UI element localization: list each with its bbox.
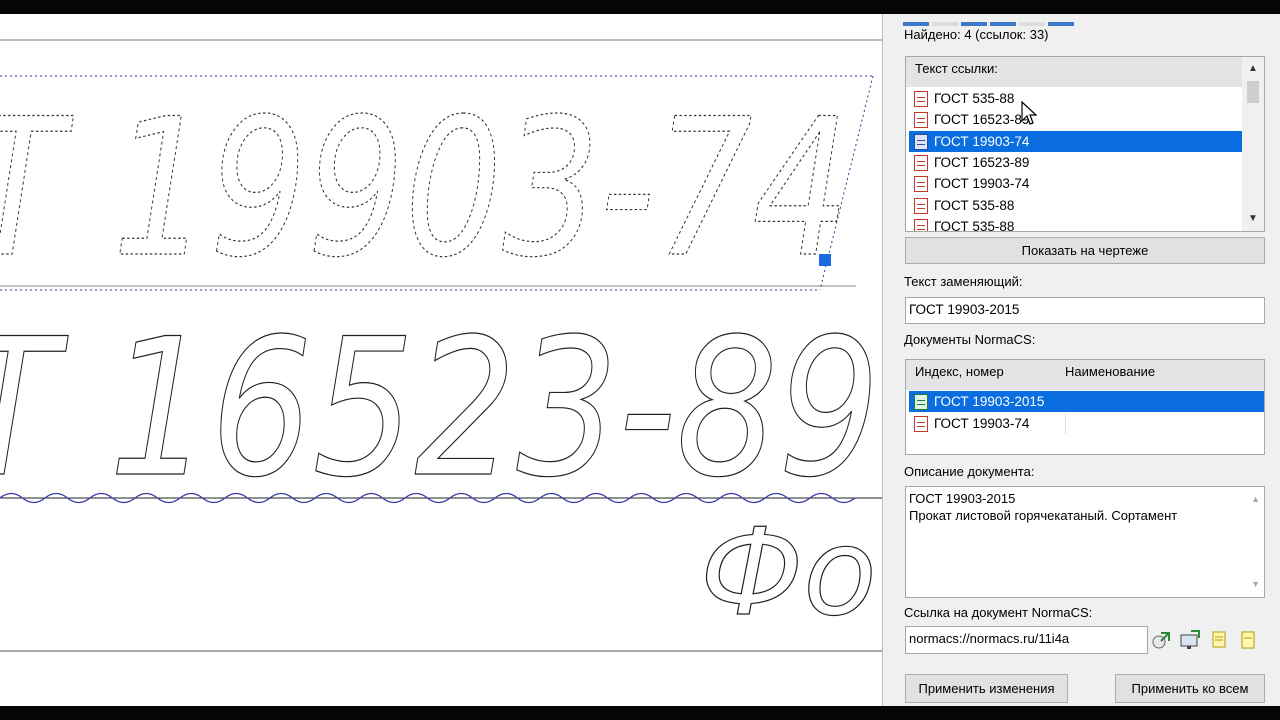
panel-toolbar [903, 14, 1077, 26]
description-label: Описание документа: [904, 464, 1035, 479]
column-name[interactable]: Наименование [1065, 364, 1155, 379]
drawing-svg: Т 19903-74 Т 16523-89 Фо [0, 39, 882, 652]
link-list-item-label: ГОСТ 16523-89 [934, 112, 1030, 128]
documents-table[interactable]: Индекс, номер Наименование ГОСТ 19903-20… [905, 359, 1265, 455]
scroll-down-icon[interactable]: ▼ [1242, 209, 1264, 229]
link-list-item[interactable]: ГОСТ 535-88 [909, 216, 1242, 232]
description-line: Прокат листовой горячекатаный. Сортамент [909, 508, 1178, 523]
doc-red-icon [914, 218, 928, 231]
link-list-item-label: ГОСТ 19903-74 [934, 176, 1030, 192]
link-list-item-label: ГОСТ 535-88 [934, 197, 1015, 213]
show-on-drawing-button[interactable]: Показать на чертеже [905, 237, 1265, 264]
link-list-item-label: ГОСТ 16523-89 [934, 154, 1030, 170]
documents-table-row[interactable]: ГОСТ 19903-74 [909, 412, 1264, 434]
link-list-item[interactable]: ГОСТ 16523-89 [909, 152, 1242, 173]
link-list-header: Текст ссылки: [906, 57, 1244, 87]
doc-red-icon [914, 197, 928, 214]
toolbar-button[interactable] [990, 22, 1016, 26]
mouse-cursor-icon [1021, 101, 1037, 125]
link-list-item[interactable]: ГОСТ 19903-74 [909, 130, 1242, 152]
link-label: Ссылка на документ NormaCS: [904, 605, 1093, 620]
description-line: ГОСТ 19903-2015 [909, 491, 1016, 506]
scroll-thumb[interactable] [1247, 81, 1259, 103]
doc-red-icon [914, 91, 928, 107]
replacement-input[interactable]: ГОСТ 19903-2015 [905, 297, 1265, 324]
documents-row-index: ГОСТ 19903-74 [934, 415, 1030, 431]
scroll-down-icon[interactable]: ▼ [1251, 576, 1260, 593]
normacs-panel: Найдено: 4 (ссылок: 33) Текст ссылки: ГО… [882, 14, 1280, 706]
doc-red-icon [914, 112, 928, 129]
link-list-item-label: ГОСТ 19903-74 [934, 133, 1030, 149]
found-count: Найдено: 4 (ссылок: 33) [904, 27, 1049, 42]
link-list-item[interactable]: ГОСТ 19903-74 [909, 173, 1242, 194]
replacement-label: Текст заменяющий: [904, 274, 1023, 289]
window-top-bar [0, 0, 1280, 14]
apply-to-all-button[interactable]: Применить ко всем [1115, 674, 1265, 703]
doc-red-icon [914, 415, 928, 432]
monitor-link-icon[interactable] [1179, 629, 1201, 651]
drawing-canvas[interactable]: Т 19903-74 Т 16523-89 Фо [0, 14, 882, 706]
scroll-up-icon[interactable]: ▲ [1251, 491, 1260, 508]
link-list-item-label: ГОСТ 535-88 [934, 218, 1015, 232]
apply-changes-button[interactable]: Применить изменения [905, 674, 1068, 703]
drawing-text-line3: Фо [700, 504, 877, 643]
link-input[interactable]: normacs://normacs.ru/11i4a [905, 626, 1148, 654]
link-list-item[interactable]: ГОСТ 535-88 [909, 195, 1242, 216]
description-textarea[interactable]: ГОСТ 19903-2015 Прокат листовой горячека… [905, 486, 1265, 598]
doc-red-icon [914, 176, 928, 193]
link-list-item[interactable]: ГОСТ 535-88 [909, 88, 1242, 109]
documents-table-row[interactable]: ГОСТ 19903-2015 [909, 391, 1264, 412]
toolbar-button[interactable] [961, 22, 987, 26]
link-list-item-label: ГОСТ 535-88 [934, 91, 1015, 106]
doc-red-icon [914, 154, 928, 171]
doc-blue-icon [914, 133, 928, 150]
link-list[interactable]: Текст ссылки: ГОСТ 535-88 ГОСТ 16523-89 ГО… [905, 56, 1265, 232]
doc-green-icon [914, 394, 928, 410]
toolbar-button[interactable] [1048, 22, 1074, 26]
documents-row-name [1065, 412, 1066, 434]
column-index[interactable]: Индекс, номер [915, 364, 1004, 379]
open-link-icon[interactable] [1151, 629, 1173, 651]
toolbar-button[interactable] [903, 22, 929, 26]
toolbar-button[interactable] [1019, 22, 1045, 26]
toolbar-button[interactable] [932, 22, 958, 26]
drawing-text-line2: Т 16523-89 [0, 298, 880, 519]
paste-document-icon[interactable] [1237, 629, 1259, 651]
window-bottom-bar [0, 706, 1280, 720]
link-list-item[interactable]: ГОСТ 16523-89 [909, 109, 1242, 130]
documents-row-index: ГОСТ 19903-2015 [934, 394, 1045, 409]
scroll-up-icon[interactable]: ▲ [1242, 59, 1264, 79]
drawing-text-line1: Т 19903-74 [0, 78, 850, 299]
copy-document-icon[interactable] [1209, 629, 1231, 651]
link-list-scrollbar[interactable]: ▲ ▼ [1242, 57, 1264, 231]
documents-label: Документы NormaCS: [904, 332, 1036, 347]
